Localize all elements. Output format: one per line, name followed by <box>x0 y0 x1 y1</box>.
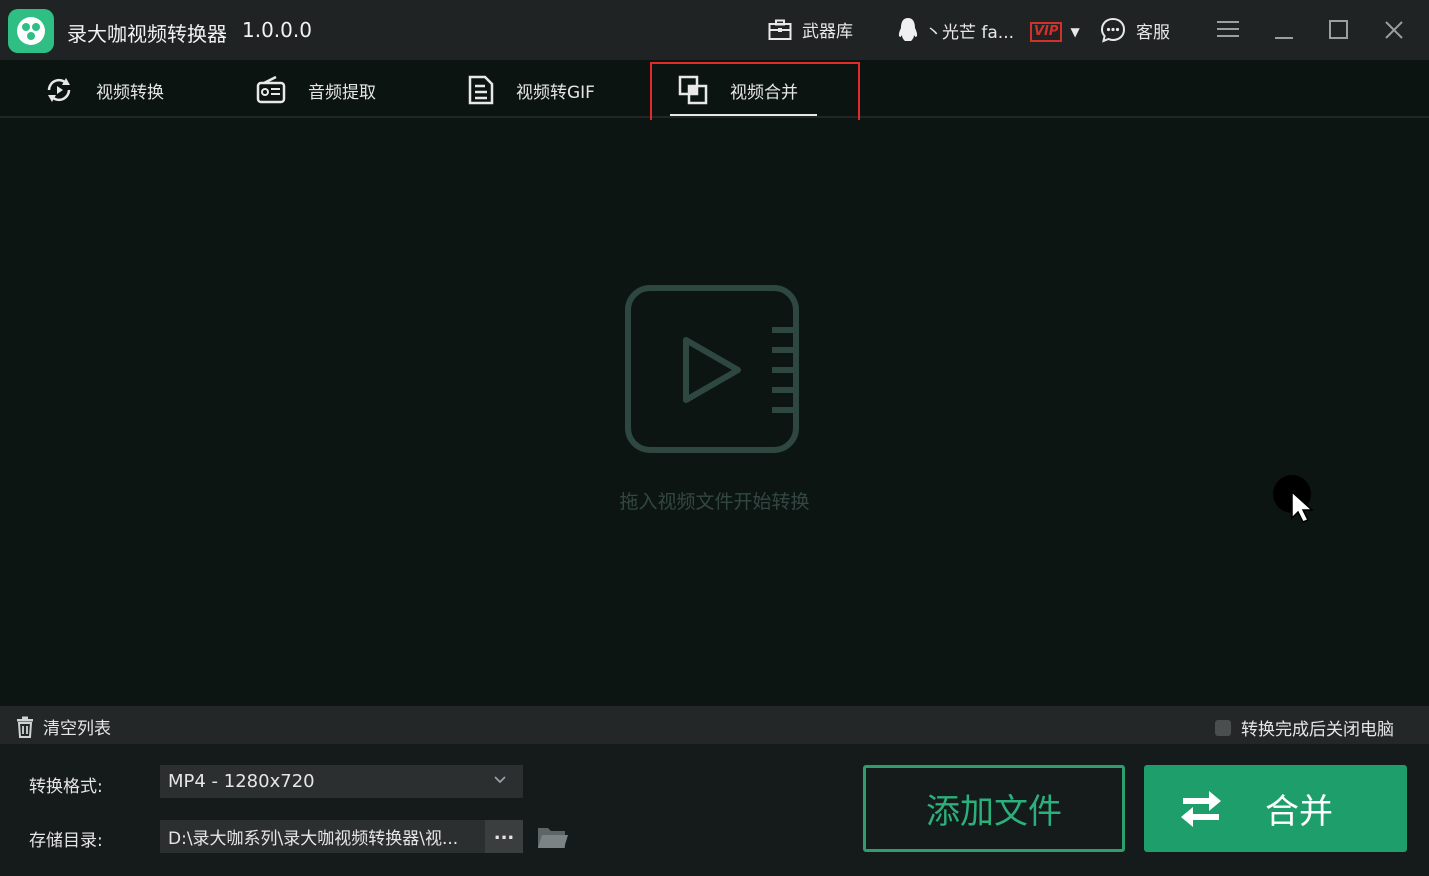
title-bar: 录大咖视频转换器 1.0.0.0 武器库 丶光芒 fa... VIP ▼ 客服 <box>0 0 1429 60</box>
vip-badge: VIP <box>1030 22 1063 42</box>
close-icon[interactable] <box>1383 19 1405 41</box>
format-select[interactable]: MP4 - 1280x720 <box>160 765 523 798</box>
directory-input[interactable]: D:\录大咖系列\录大咖视频转换器\视... <box>160 820 485 853</box>
tab-audio-extract-label: 音频提取 <box>308 82 376 103</box>
trash-icon <box>17 716 33 738</box>
hamburger-menu-icon[interactable] <box>1216 19 1240 39</box>
merge-button[interactable]: 合并 <box>1144 765 1407 852</box>
arsenal-label: 武器库 <box>802 22 853 42</box>
format-value: MP4 - 1280x720 <box>168 771 315 792</box>
bottom-panel: 转换格式: MP4 - 1280x720 存储目录: D:\录大咖系列\录大咖视… <box>0 744 1429 876</box>
directory-label: 存储目录: <box>29 831 103 851</box>
chevron-down-icon <box>494 776 506 784</box>
caret-down-icon: ▼ <box>1070 25 1080 39</box>
tab-video-convert-label: 视频转换 <box>96 82 164 103</box>
user-account[interactable]: 丶光芒 fa... <box>897 17 1014 43</box>
shutdown-option[interactable]: 转换完成后关闭电脑 <box>1215 715 1394 740</box>
app-version: 1.0.0.0 <box>242 18 312 42</box>
tab-audio-extract[interactable]: 音频提取 <box>256 70 376 110</box>
shutdown-label: 转换完成后关闭电脑 <box>1241 720 1394 740</box>
swap-arrows-icon <box>1181 790 1221 827</box>
list-toolbar: 清空列表 转换完成后关闭电脑 <box>0 706 1429 744</box>
service-label: 客服 <box>1136 22 1170 43</box>
app-title: 录大咖视频转换器 <box>67 22 227 46</box>
directory-value: D:\录大咖系列\录大咖视频转换器\视... <box>168 829 459 849</box>
minimize-icon[interactable] <box>1273 19 1295 41</box>
chat-bubble-icon <box>1100 17 1126 43</box>
arsenal-button[interactable]: 武器库 <box>768 17 853 42</box>
drop-hint: 拖入视频文件开始转换 <box>619 491 810 513</box>
radio-icon <box>256 75 286 104</box>
customer-service-button[interactable]: 客服 <box>1100 17 1170 43</box>
folder-icon[interactable] <box>537 824 569 850</box>
merge-label: 合并 <box>1265 792 1333 832</box>
video-play-icon <box>625 285 799 453</box>
add-file-button[interactable]: 添加文件 <box>863 765 1125 852</box>
tab-highlight-box <box>650 62 860 128</box>
clear-list-label: 清空列表 <box>43 719 111 739</box>
qq-penguin-icon <box>898 18 918 41</box>
maximize-icon[interactable] <box>1328 19 1350 41</box>
app-logo-icon <box>8 9 54 53</box>
browse-directory-button[interactable]: ... <box>485 820 523 853</box>
document-icon <box>468 75 494 105</box>
tab-bar: 视频转换 音频提取 视频转GIF 视频合并 <box>0 60 1429 128</box>
vip-dropdown[interactable]: VIP ▼ <box>1030 22 1080 42</box>
refresh-cycle-icon <box>47 78 71 102</box>
user-name: 丶光芒 fa... <box>925 22 1015 43</box>
format-label: 转换格式: <box>29 777 103 797</box>
mouse-cursor-icon <box>1273 475 1314 523</box>
clear-list-button[interactable]: 清空列表 <box>16 714 111 739</box>
tab-video-to-gif[interactable]: 视频转GIF <box>468 70 595 110</box>
toolbox-icon <box>768 19 792 40</box>
tab-video-to-gif-label: 视频转GIF <box>516 82 595 103</box>
tab-video-convert[interactable]: 视频转换 <box>44 70 164 110</box>
shutdown-checkbox[interactable] <box>1215 719 1231 736</box>
